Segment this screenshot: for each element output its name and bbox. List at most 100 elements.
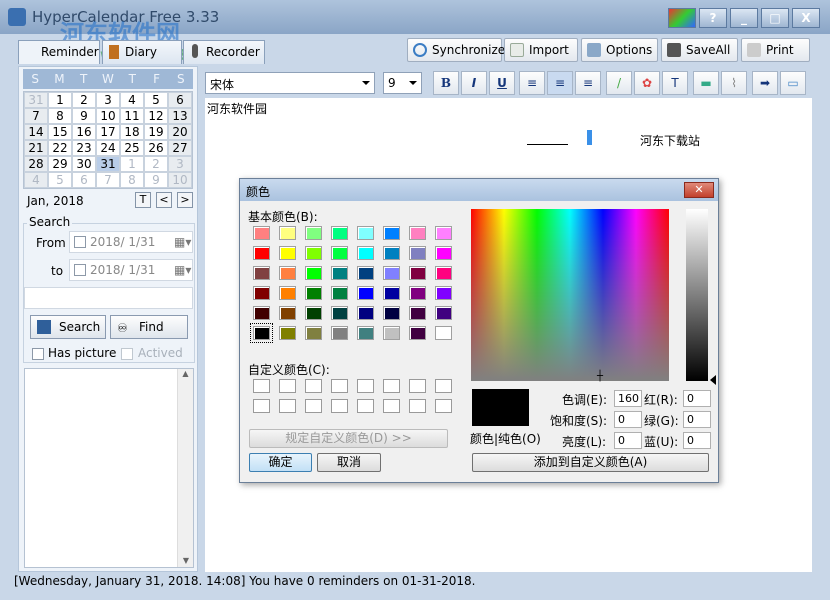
calendar-dropdown-icon[interactable]: ▦▾ (174, 235, 191, 249)
custom-color-swatch[interactable] (357, 399, 374, 413)
lum-input[interactable]: 0 (614, 432, 642, 449)
calendar-day[interactable]: 30 (72, 156, 96, 172)
basic-color-swatch[interactable] (279, 306, 296, 320)
calendar-day[interactable]: 8 (120, 172, 144, 188)
saveall-button[interactable]: SaveAll (661, 38, 738, 62)
basic-color-swatch[interactable] (279, 326, 296, 340)
basic-color-swatch[interactable] (357, 286, 374, 300)
tab-reminder[interactable]: Reminder (18, 40, 100, 64)
basic-color-swatch[interactable] (331, 266, 348, 280)
basic-color-swatch[interactable] (409, 286, 426, 300)
calendar-day[interactable]: 22 (48, 140, 72, 156)
search-button[interactable]: Search (30, 315, 106, 339)
insert-image-icon[interactable]: ▬ (693, 71, 719, 95)
find-button[interactable]: ♾ Find (110, 315, 188, 339)
basic-color-swatch[interactable] (383, 306, 400, 320)
custom-color-swatch[interactable] (279, 399, 296, 413)
calendar-day[interactable]: 27 (168, 140, 192, 156)
calendar-day[interactable]: 26 (144, 140, 168, 156)
custom-color-swatch[interactable] (409, 399, 426, 413)
basic-color-swatch[interactable] (279, 266, 296, 280)
synchronize-button[interactable]: Synchronize (407, 38, 505, 62)
prev-month-button[interactable]: < (156, 192, 172, 208)
basic-color-swatch[interactable] (253, 306, 270, 320)
calendar-day[interactable]: 7 (24, 108, 48, 124)
calendar-day[interactable]: 12 (144, 108, 168, 124)
basic-color-swatch[interactable] (357, 306, 374, 320)
from-date-picker[interactable]: 2018/ 1/31 ▦▾ (69, 231, 193, 253)
basic-color-swatch[interactable] (279, 286, 296, 300)
calendar-day[interactable]: 1 (120, 156, 144, 172)
calendar-day[interactable]: 15 (48, 124, 72, 140)
basic-color-swatch[interactable] (435, 266, 452, 280)
ok-button[interactable]: 确定 (249, 453, 312, 472)
basic-color-swatch[interactable] (435, 306, 452, 320)
custom-color-swatch[interactable] (253, 379, 270, 393)
print-button[interactable]: Print (741, 38, 810, 62)
calendar-day[interactable]: 16 (72, 124, 96, 140)
list-scrollbar[interactable]: ▲ ▼ (177, 369, 193, 567)
basic-color-swatch[interactable] (357, 246, 374, 260)
calendar-day[interactable]: 6 (168, 92, 192, 108)
calendar-day[interactable]: 10 (168, 172, 192, 188)
open-folder-icon[interactable]: ▭ (780, 71, 806, 95)
maximize-button[interactable]: □ (761, 8, 789, 28)
basic-color-swatch[interactable] (305, 226, 322, 240)
basic-color-swatch[interactable] (409, 326, 426, 340)
basic-color-swatch[interactable] (409, 306, 426, 320)
luminance-slider[interactable] (686, 209, 708, 381)
tab-recorder[interactable]: Recorder (183, 40, 265, 64)
close-button[interactable]: X (792, 8, 820, 28)
text-color-icon[interactable]: / (606, 71, 632, 95)
skin-button[interactable] (668, 8, 696, 28)
to-checkbox[interactable] (74, 264, 86, 276)
basic-color-swatch[interactable] (383, 246, 400, 260)
sat-input[interactable]: 0 (614, 411, 642, 428)
calendar-day[interactable]: 3 (96, 92, 120, 108)
today-button[interactable]: T (135, 192, 151, 208)
calendar-day[interactable]: 1 (48, 92, 72, 108)
align-center-icon[interactable]: ≡ (547, 71, 573, 95)
insert-text-icon[interactable]: T (662, 71, 688, 95)
hue-input[interactable]: 160 (614, 390, 642, 407)
results-list[interactable]: ▲ ▼ (24, 368, 194, 568)
custom-color-swatch[interactable] (435, 399, 452, 413)
calendar-day[interactable]: 29 (48, 156, 72, 172)
luminance-arrow-icon[interactable] (710, 375, 716, 385)
italic-button[interactable]: I (461, 71, 487, 95)
custom-color-swatch[interactable] (305, 399, 322, 413)
options-button[interactable]: Options (581, 38, 658, 62)
calendar-day[interactable]: 4 (120, 92, 144, 108)
basic-color-swatch[interactable] (357, 226, 374, 240)
calendar-day[interactable]: 8 (48, 108, 72, 124)
spectrum-crosshair[interactable]: ┼ (597, 371, 603, 382)
minimize-button[interactable]: _ (730, 8, 758, 28)
basic-color-swatch[interactable] (305, 306, 322, 320)
calendar-day[interactable]: 3 (168, 156, 192, 172)
custom-color-swatch[interactable] (331, 399, 348, 413)
calendar-dropdown-icon[interactable]: ▦▾ (174, 263, 191, 277)
basic-color-swatch[interactable] (435, 326, 452, 340)
underline-button[interactable]: U (489, 71, 515, 95)
calendar-day[interactable]: 21 (24, 140, 48, 156)
calendar-day[interactable]: 28 (24, 156, 48, 172)
calendar-day[interactable]: 25 (120, 140, 144, 156)
calendar-day[interactable]: 11 (120, 108, 144, 124)
calendar-day[interactable]: 20 (168, 124, 192, 140)
basic-color-swatch[interactable] (331, 326, 348, 340)
bold-button[interactable]: B (433, 71, 459, 95)
calendar-day[interactable]: 5 (144, 92, 168, 108)
basic-color-swatch[interactable] (305, 246, 322, 260)
calendar-day[interactable]: 2 (72, 92, 96, 108)
custom-color-swatch[interactable] (383, 379, 400, 393)
basic-color-swatch[interactable] (383, 326, 400, 340)
basic-color-swatch[interactable] (409, 246, 426, 260)
custom-color-swatch[interactable] (357, 379, 374, 393)
calendar-day[interactable]: 23 (72, 140, 96, 156)
basic-color-swatch[interactable] (279, 226, 296, 240)
calendar-day[interactable]: 10 (96, 108, 120, 124)
calendar-day[interactable]: 6 (72, 172, 96, 188)
calendar-day[interactable]: 13 (168, 108, 192, 124)
basic-color-swatch[interactable] (435, 286, 452, 300)
basic-color-swatch[interactable] (253, 246, 270, 260)
